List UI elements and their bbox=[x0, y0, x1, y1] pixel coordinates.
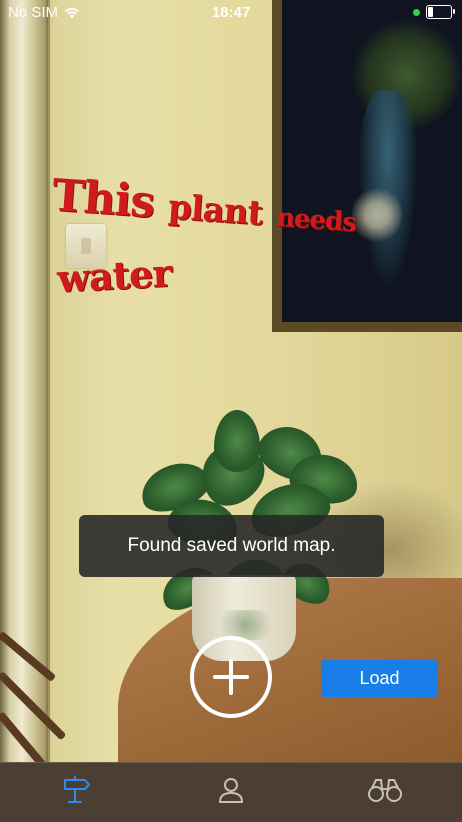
tab-map[interactable] bbox=[0, 763, 154, 822]
signpost-icon bbox=[61, 775, 93, 810]
load-button[interactable]: Load bbox=[321, 660, 438, 697]
wall-painting bbox=[272, 0, 462, 332]
tab-explore[interactable] bbox=[308, 763, 462, 822]
battery-icon bbox=[426, 5, 455, 19]
person-icon bbox=[217, 776, 245, 809]
status-bar: No SIM 18:47 bbox=[0, 0, 462, 26]
chair bbox=[0, 610, 110, 762]
camera-in-use-indicator bbox=[413, 8, 420, 16]
toast-message: Found saved world map. bbox=[79, 515, 384, 577]
tab-profile[interactable] bbox=[154, 763, 308, 822]
tab-bar bbox=[0, 762, 462, 822]
add-note-button[interactable] bbox=[190, 636, 272, 718]
binoculars-icon bbox=[367, 777, 403, 808]
clock: 18:47 bbox=[211, 4, 251, 21]
ar-note-line-2: water bbox=[56, 250, 173, 301]
